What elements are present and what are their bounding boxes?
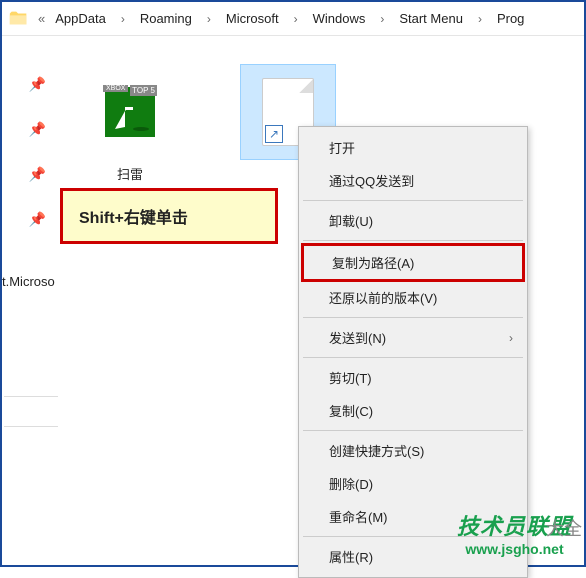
menu-send-to[interactable]: 发送到(N) › <box>301 321 525 354</box>
annotation-callout: Shift+右键单击 <box>60 188 278 244</box>
sidebar: 📌 📌 📌 📌 <box>2 36 58 565</box>
chevron-right-icon: › <box>509 331 513 345</box>
menu-send-qq[interactable]: 通过QQ发送到 <box>301 164 525 197</box>
menu-copy-path[interactable]: 复制为路径(A) <box>304 246 522 279</box>
folder-icon <box>8 8 30 30</box>
menu-create-shortcut[interactable]: 创建快捷方式(S) <box>301 434 525 467</box>
file-name: 扫雷 <box>80 164 180 183</box>
crumb-windows[interactable]: Windows <box>307 5 372 33</box>
crumb-microsoft[interactable]: Microsoft <box>220 5 285 33</box>
menu-cut[interactable]: 剪切(T) <box>301 361 525 394</box>
watermark-side: 大全 <box>546 515 582 541</box>
watermark-url: www.jsgho.net <box>457 541 572 557</box>
menu-separator <box>303 317 523 318</box>
sidebar-truncated-label[interactable]: t.Microso <box>2 274 55 289</box>
pin-icon[interactable]: 📌 <box>2 121 58 138</box>
menu-uninstall[interactable]: 卸载(U) <box>301 204 525 237</box>
crumb-programs[interactable]: Prog <box>491 5 530 33</box>
breadcrumb-bar: « AppData › Roaming › Microsoft › Window… <box>2 2 584 36</box>
chevron-right-icon[interactable]: › <box>373 5 391 33</box>
crumb-startmenu[interactable]: Start Menu <box>393 5 469 33</box>
xbox-label: XBOX <box>103 85 128 92</box>
divider <box>4 426 58 427</box>
chevron-right-icon[interactable]: › <box>287 5 305 33</box>
pin-icon[interactable]: 📌 <box>2 166 58 183</box>
file-tile-minesweeper[interactable]: XBOX TOP 5 扫雷 <box>80 64 180 183</box>
chevron-right-icon[interactable]: › <box>114 5 132 33</box>
divider <box>4 396 58 397</box>
callout-text: Shift+右键单击 <box>79 204 188 228</box>
crumb-appdata[interactable]: AppData <box>49 5 112 33</box>
menu-separator <box>303 240 523 241</box>
menu-open[interactable]: 打开 <box>301 131 525 164</box>
top5-badge: TOP 5 <box>130 85 157 96</box>
menu-separator <box>303 357 523 358</box>
pin-icon[interactable]: 📌 <box>2 76 58 93</box>
menu-separator <box>303 200 523 201</box>
pin-icon[interactable]: 📌 <box>2 211 58 228</box>
breadcrumb-prefix[interactable]: « <box>38 11 45 26</box>
xbox-game-icon: XBOX TOP 5 <box>102 84 158 140</box>
menu-copy[interactable]: 复制(C) <box>301 394 525 427</box>
chevron-right-icon[interactable]: › <box>200 5 218 33</box>
menu-send-to-label: 发送到(N) <box>329 331 386 346</box>
menu-delete[interactable]: 删除(D) <box>301 467 525 500</box>
menu-restore-version[interactable]: 还原以前的版本(V) <box>301 281 525 314</box>
shortcut-arrow-icon: ↗ <box>265 125 283 143</box>
chevron-right-icon[interactable]: › <box>471 5 489 33</box>
menu-separator <box>303 430 523 431</box>
crumb-roaming[interactable]: Roaming <box>134 5 198 33</box>
